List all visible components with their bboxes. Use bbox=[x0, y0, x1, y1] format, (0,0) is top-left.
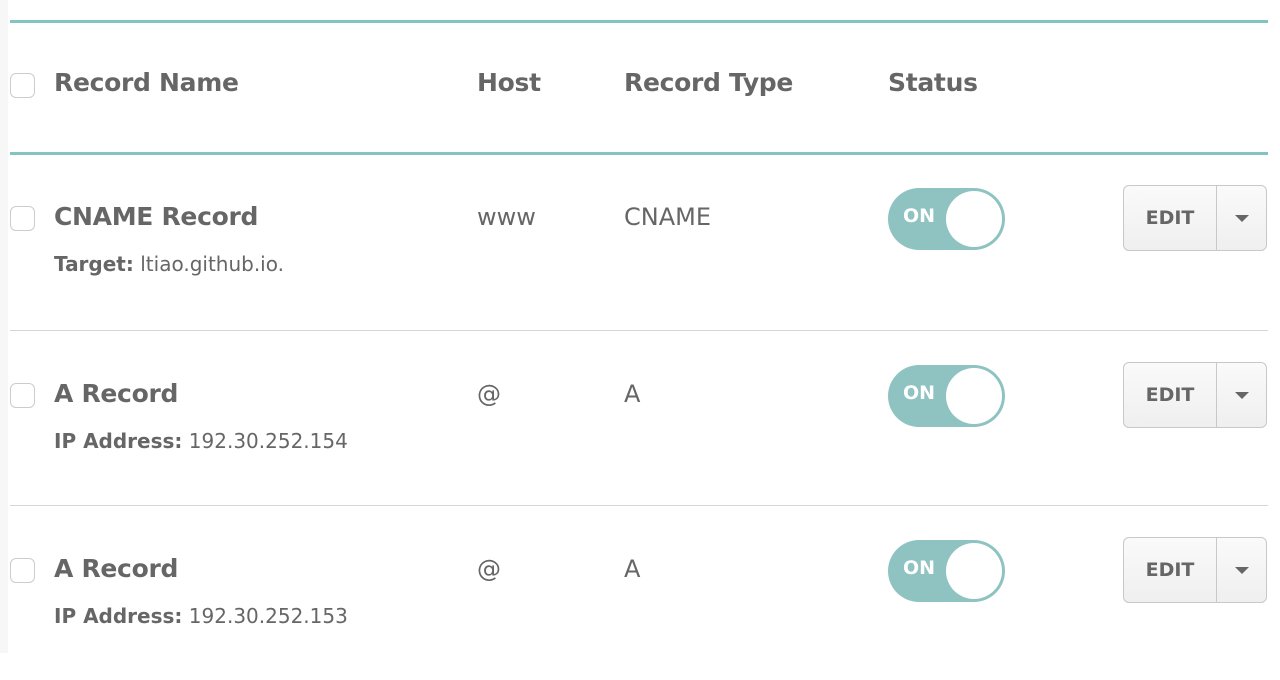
caret-down-icon bbox=[1234, 391, 1249, 399]
record-detail: Target: ltiao.github.io. bbox=[54, 252, 284, 276]
record-detail: IP Address: 192.30.252.153 bbox=[54, 604, 348, 628]
edit-button[interactable]: EDIT bbox=[1124, 186, 1217, 250]
status-toggle[interactable]: ON bbox=[888, 540, 1005, 602]
caret-down-icon bbox=[1234, 566, 1249, 574]
edit-button-group: EDIT bbox=[1123, 537, 1267, 603]
toggle-knob bbox=[946, 543, 1002, 599]
toggle-label: ON bbox=[903, 205, 936, 227]
detail-value: 192.30.252.153 bbox=[188, 604, 348, 628]
caret-down-icon bbox=[1234, 214, 1249, 222]
header-host: Host bbox=[477, 68, 541, 97]
detail-value: 192.30.252.154 bbox=[188, 429, 348, 453]
toggle-knob bbox=[946, 191, 1002, 247]
detail-label: IP Address: bbox=[54, 604, 183, 628]
toggle-label: ON bbox=[903, 382, 936, 404]
record-type: CNAME bbox=[624, 203, 711, 231]
record-host: @ bbox=[477, 380, 501, 408]
record-name: A Record bbox=[54, 379, 179, 408]
row-divider bbox=[10, 330, 1268, 331]
header-record-type: Record Type bbox=[624, 68, 794, 97]
header-status: Status bbox=[888, 68, 978, 97]
table-row: CNAME Record Target: ltiao.github.io. ww… bbox=[0, 153, 1280, 328]
record-name: CNAME Record bbox=[54, 202, 259, 231]
edit-dropdown-button[interactable] bbox=[1217, 363, 1266, 427]
row-checkbox[interactable] bbox=[10, 206, 35, 231]
edit-button-group: EDIT bbox=[1123, 362, 1267, 428]
table-top-border bbox=[10, 20, 1268, 23]
edit-button[interactable]: EDIT bbox=[1124, 538, 1217, 602]
record-type: A bbox=[624, 380, 641, 408]
table-row: A Record IP Address: 192.30.252.154 @ A … bbox=[0, 330, 1280, 505]
record-host: www bbox=[477, 203, 536, 231]
detail-value: ltiao.github.io. bbox=[140, 252, 284, 276]
detail-label: IP Address: bbox=[54, 429, 183, 453]
select-all-checkbox[interactable] bbox=[10, 73, 35, 98]
record-detail: IP Address: 192.30.252.154 bbox=[54, 429, 348, 453]
edit-dropdown-button[interactable] bbox=[1217, 538, 1266, 602]
edit-dropdown-button[interactable] bbox=[1217, 186, 1266, 250]
status-toggle[interactable]: ON bbox=[888, 188, 1005, 250]
record-type: A bbox=[624, 555, 641, 583]
row-checkbox[interactable] bbox=[10, 383, 35, 408]
edit-button[interactable]: EDIT bbox=[1124, 363, 1217, 427]
edit-button-group: EDIT bbox=[1123, 185, 1267, 251]
header-record-name: Record Name bbox=[54, 68, 239, 97]
record-host: @ bbox=[477, 555, 501, 583]
record-name: A Record bbox=[54, 554, 179, 583]
toggle-knob bbox=[946, 368, 1002, 424]
status-toggle[interactable]: ON bbox=[888, 365, 1005, 427]
detail-label: Target: bbox=[54, 252, 134, 276]
toggle-label: ON bbox=[903, 557, 936, 579]
table-row: A Record IP Address: 192.30.252.153 @ A … bbox=[0, 505, 1280, 680]
row-divider bbox=[10, 505, 1268, 506]
row-checkbox[interactable] bbox=[10, 558, 35, 583]
